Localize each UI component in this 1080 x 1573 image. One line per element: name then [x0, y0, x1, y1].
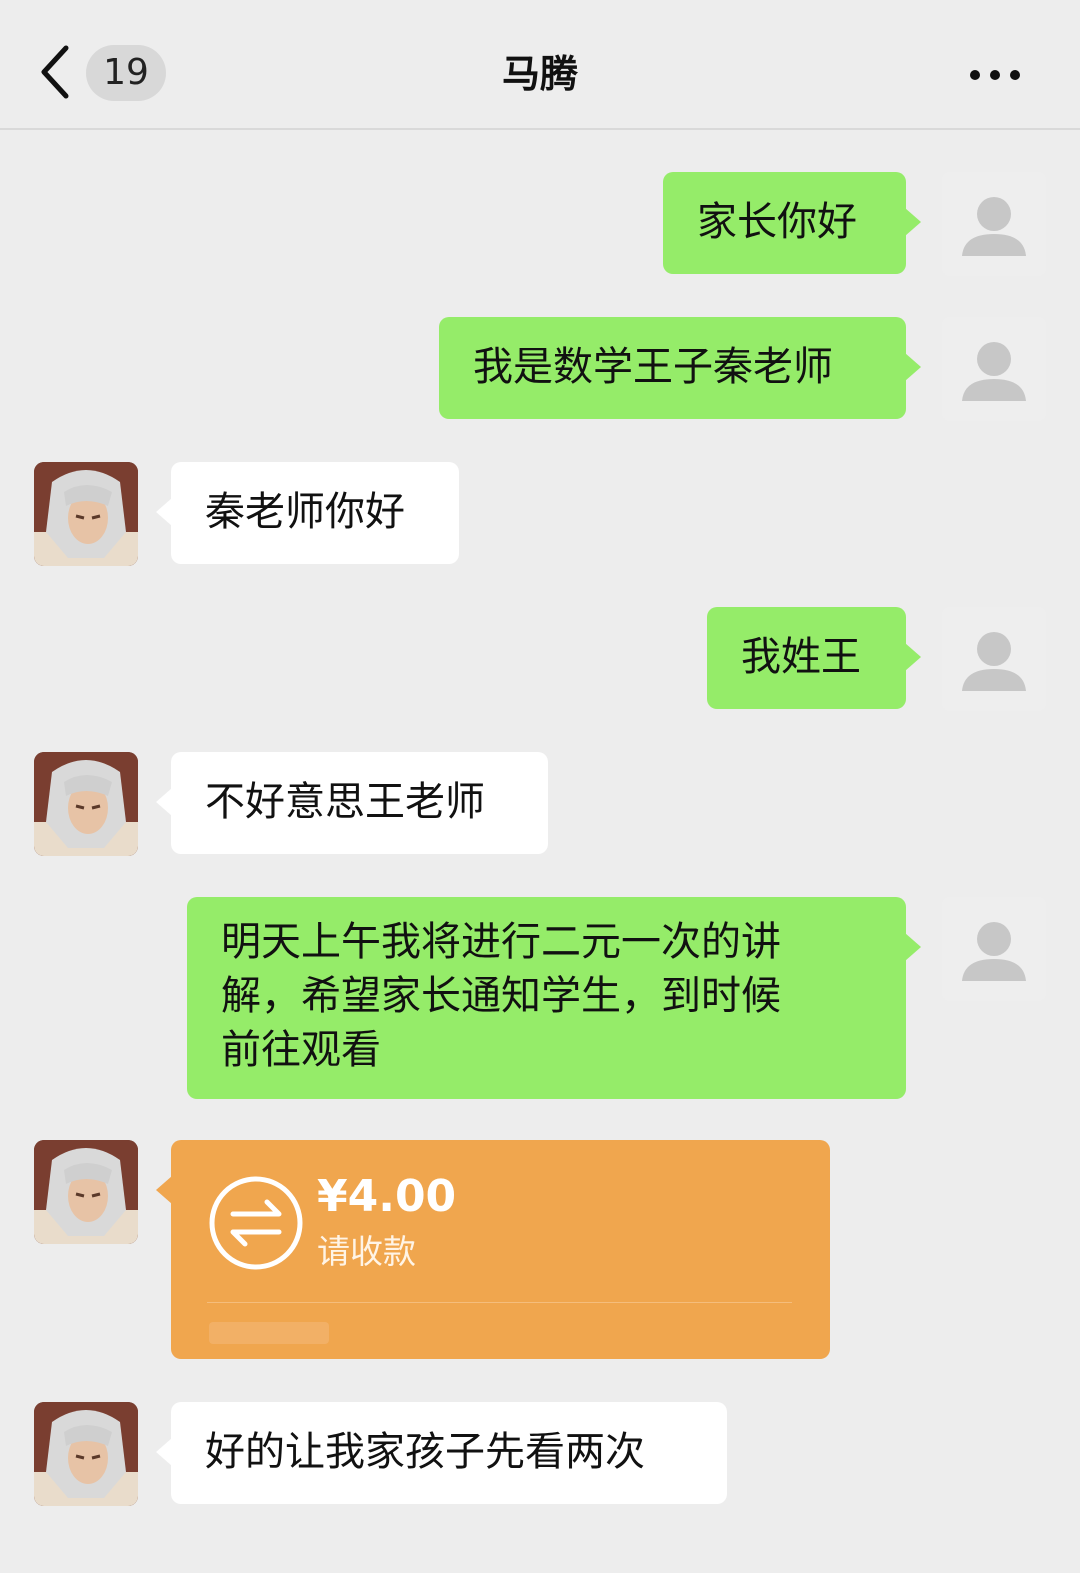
chevron-left-icon — [41, 45, 69, 99]
message-bubble-received[interactable]: 秦老师你好 — [156, 462, 459, 564]
chat-title: 马腾 — [501, 52, 578, 96]
transfer-arrows-icon — [209, 1176, 303, 1270]
message-bubble-sent[interactable]: 我是数学王子秦老师 — [439, 317, 921, 419]
my-avatar[interactable] — [942, 172, 1046, 276]
character-portrait-icon — [34, 752, 138, 856]
transfer-amount: ¥4.00 — [317, 1171, 457, 1222]
contact-avatar[interactable] — [34, 462, 138, 566]
contact-avatar[interactable] — [34, 1402, 138, 1506]
back-button[interactable] — [30, 40, 90, 104]
contact-avatar[interactable] — [34, 752, 138, 856]
my-avatar[interactable] — [942, 897, 1046, 1001]
transfer-status: 请收款 — [317, 1232, 416, 1271]
contact-avatar[interactable] — [34, 1140, 138, 1244]
message-bubble-sent[interactable]: 我姓王 — [707, 607, 921, 709]
character-portrait-icon — [34, 462, 138, 566]
default-user-icon — [962, 922, 1026, 981]
unread-count-badge[interactable]: 19 — [86, 45, 166, 101]
message-bubble-sent[interactable]: 家长你好 — [663, 172, 921, 274]
message-bubble-received[interactable]: 好的让我家孩子先看两次 — [156, 1402, 727, 1504]
my-avatar[interactable] — [942, 317, 1046, 421]
default-user-icon — [962, 197, 1026, 256]
transfer-footer-label — [209, 1322, 329, 1344]
message-bubble-received[interactable]: 不好意思王老师 — [156, 752, 548, 854]
chat-header: 19 马腾 — [0, 0, 1080, 130]
message-bubble-sent[interactable]: 明天上午我将进行二元一次的讲 解，希望家长通知学生，到时候 前往观看 — [187, 897, 921, 1099]
character-portrait-icon — [34, 1140, 138, 1244]
transfer-divider — [207, 1302, 792, 1303]
more-dots-icon[interactable] — [960, 56, 1030, 96]
my-avatar[interactable] — [942, 607, 1046, 711]
character-portrait-icon — [34, 1402, 138, 1506]
transfer-message-card[interactable]: ¥4.00 请收款 — [156, 1140, 830, 1359]
default-user-icon — [962, 632, 1026, 691]
default-user-icon — [962, 342, 1026, 401]
